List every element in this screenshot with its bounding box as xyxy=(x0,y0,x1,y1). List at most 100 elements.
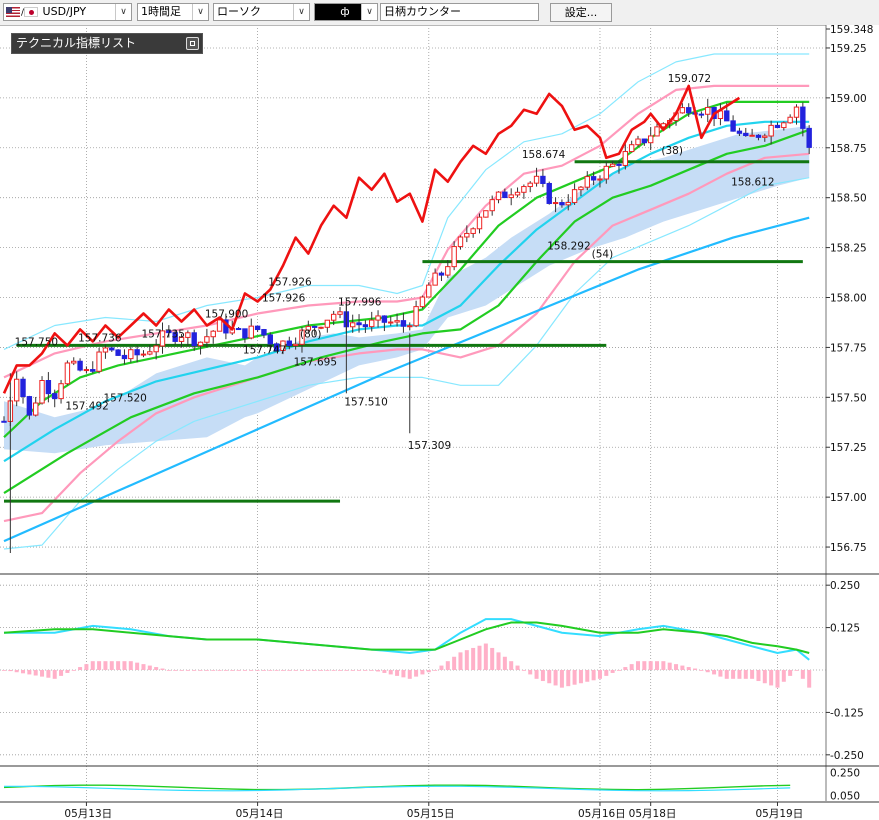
macd-histogram-bar xyxy=(14,670,19,673)
price-label: 157.309 xyxy=(408,440,451,452)
macd-histogram-bar xyxy=(433,670,438,671)
macd-histogram-bar xyxy=(781,670,786,682)
candle-body xyxy=(254,325,261,331)
candle-body xyxy=(134,349,140,356)
candle-body xyxy=(58,383,64,400)
y-tick-label: 158.50 xyxy=(830,193,867,205)
candle-body xyxy=(102,347,109,353)
macd-signal-line xyxy=(3,621,810,654)
candle-body xyxy=(197,341,204,347)
toolbar: / USD/JPY ∨ 1時間足 ∨ ローソク ∨ ф ∨ 日柄カウンター 設定… xyxy=(0,0,879,26)
color-select[interactable]: ф ∨ xyxy=(314,3,378,21)
macd-histogram-bar xyxy=(566,670,571,687)
y-tick-label: 159.25 xyxy=(830,43,867,55)
x-tick-label: 05月13日 xyxy=(64,808,112,820)
candle-body xyxy=(375,315,381,321)
candle-body xyxy=(407,325,413,328)
macd-histogram-bar xyxy=(116,661,121,670)
candle-body xyxy=(153,345,159,353)
macd-histogram-bar xyxy=(312,670,317,671)
macd-histogram-bar xyxy=(382,670,387,673)
candle-body xyxy=(128,349,134,360)
candle-body xyxy=(679,107,686,114)
candle-body xyxy=(552,202,559,205)
candle-body xyxy=(140,353,147,356)
pair-select[interactable]: / USD/JPY ∨ xyxy=(3,3,132,21)
macd-histogram-bar xyxy=(724,670,729,679)
macd-histogram-bar xyxy=(147,665,152,670)
macd-histogram-bar xyxy=(674,664,679,670)
price-label: 157.900 xyxy=(205,308,248,320)
candle-body xyxy=(121,354,128,360)
candle-body xyxy=(743,132,749,137)
macd-histogram-bar xyxy=(490,647,495,670)
candle-body xyxy=(806,127,812,148)
x-tick-label: 05月19日 xyxy=(755,808,803,820)
settings-button[interactable]: 設定... xyxy=(550,3,612,22)
candle-body xyxy=(388,321,394,324)
x-tick-label: 05月18日 xyxy=(629,808,677,820)
macd-histogram-bar xyxy=(27,670,32,675)
candle-body xyxy=(204,336,210,343)
candle-body xyxy=(622,151,629,166)
candle-body xyxy=(324,319,331,328)
macd-histogram-bar xyxy=(33,670,38,676)
candle-body xyxy=(787,116,793,124)
jp-flag-icon xyxy=(24,7,39,17)
candle-body xyxy=(647,135,654,144)
macd-histogram-bar xyxy=(59,670,64,676)
candle-body xyxy=(616,163,622,166)
candle-body xyxy=(115,349,121,356)
macd-histogram-bar xyxy=(40,670,45,677)
candle-body xyxy=(571,189,578,203)
candle-body xyxy=(311,325,318,328)
candle-body xyxy=(235,328,242,331)
chevron-down-icon[interactable]: ∨ xyxy=(293,4,309,20)
macd-histogram-bar xyxy=(401,670,406,678)
macd-histogram-bar xyxy=(705,670,710,673)
price-label: 157.747 xyxy=(243,344,286,356)
candle-body xyxy=(400,320,407,327)
technical-indicator-panel[interactable]: テクニカル指標リスト xyxy=(11,33,203,54)
timeframe-select[interactable]: 1時間足 ∨ xyxy=(137,3,209,21)
restore-icon[interactable] xyxy=(186,37,199,50)
x-tick-label: 05月15日 xyxy=(407,808,455,820)
macd-histogram-bar xyxy=(71,670,76,671)
macd-histogram-bar xyxy=(737,670,742,679)
macd-histogram-bar xyxy=(420,670,425,675)
macd-histogram-bar xyxy=(458,652,463,670)
chevron-down-icon[interactable]: ∨ xyxy=(115,4,131,20)
candle-body xyxy=(292,343,299,347)
price-label: (80) xyxy=(300,328,322,340)
candle-body xyxy=(350,322,356,328)
price-label: 157.695 xyxy=(294,356,337,368)
x-tick-label: 05月14日 xyxy=(236,808,284,820)
counter-field[interactable]: 日柄カウンター xyxy=(380,3,539,21)
candle-body xyxy=(356,322,362,326)
chart-canvas[interactable]: 157.750 157.736 157.735 157.900 157.926 157.9… xyxy=(0,25,879,820)
macd-histogram-bar xyxy=(642,661,647,670)
macd-histogram-bar xyxy=(185,670,190,671)
macd-histogram-bar xyxy=(141,664,146,670)
price-label: 158.674 xyxy=(522,149,566,161)
chevron-down-icon[interactable]: ∨ xyxy=(361,4,377,20)
macd-histogram-bar xyxy=(357,670,362,671)
candle-body xyxy=(603,165,609,180)
macd-histogram-bar xyxy=(699,670,704,671)
macd-histogram-bar xyxy=(344,670,349,671)
macd-histogram-bar xyxy=(559,670,564,688)
macd-histogram-bar xyxy=(21,670,26,674)
candle-body xyxy=(495,191,502,201)
candle-body xyxy=(578,186,584,191)
macd-histogram-bar xyxy=(414,670,419,677)
macd-histogram-bar xyxy=(623,667,628,670)
macd-histogram-bar xyxy=(407,670,412,679)
macd-histogram-bar xyxy=(319,670,323,671)
chart-type-select[interactable]: ローソク ∨ xyxy=(213,3,310,21)
macd-histogram-bar xyxy=(255,670,260,671)
chevron-down-icon[interactable]: ∨ xyxy=(192,4,208,20)
candle-body xyxy=(381,315,388,323)
candle-body xyxy=(77,360,83,371)
macd-histogram-bar xyxy=(154,667,159,670)
macd-histogram-bar xyxy=(547,670,552,684)
